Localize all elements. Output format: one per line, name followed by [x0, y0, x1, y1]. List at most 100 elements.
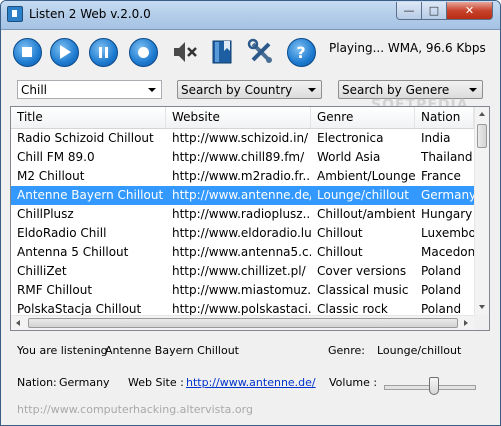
- maximize-icon: □: [428, 4, 440, 17]
- list-header: Title Website Genre Nation: [11, 107, 474, 129]
- row-title: Chill FM 89.0: [17, 150, 95, 164]
- scroll-down-icon[interactable]: [479, 305, 485, 309]
- help-button[interactable]: ?: [285, 36, 317, 68]
- row-nation: Thailand: [421, 150, 473, 164]
- scroll-left-icon[interactable]: [16, 320, 20, 326]
- mute-button[interactable]: [168, 36, 200, 68]
- minimize-icon: —: [403, 4, 415, 17]
- nation-value: Germany: [59, 376, 110, 389]
- row-title: M2 Chillout: [17, 169, 85, 183]
- stop-icon: [12, 37, 42, 67]
- row-website: http://www.chill89.fm/: [172, 150, 305, 164]
- row-genre: Classical music: [317, 283, 409, 297]
- row-website: http://www.radioplusz....: [172, 207, 311, 221]
- horizontal-scrollbar[interactable]: [11, 315, 474, 330]
- play-button[interactable]: [48, 36, 80, 68]
- row-genre: World Asia: [317, 150, 381, 164]
- table-row[interactable]: Chill FM 89.0 http://www.chill89.fm/World…: [11, 148, 474, 167]
- play-icon: [49, 37, 79, 67]
- pause-icon: [88, 37, 118, 67]
- row-title: ChillPlusz: [17, 207, 74, 221]
- record-icon: [128, 37, 158, 67]
- nation-label: Nation:: [17, 376, 57, 389]
- genre-value: Lounge/chillout: [377, 344, 462, 357]
- minimize-button[interactable]: —: [396, 2, 422, 20]
- chevron-down-icon: [148, 88, 156, 92]
- settings-button[interactable]: [245, 36, 277, 68]
- row-nation: Poland: [421, 283, 462, 297]
- genre-filter-combo[interactable]: Chill: [17, 80, 162, 99]
- maximize-button[interactable]: □: [421, 2, 447, 20]
- bookmark-button[interactable]: [207, 36, 239, 68]
- tools-icon: [247, 38, 272, 63]
- genre-label: Genre:: [328, 344, 366, 357]
- table-row[interactable]: Radio Schizoid Chillout http://www.schizo…: [11, 129, 474, 148]
- record-button[interactable]: [127, 36, 159, 68]
- table-row[interactable]: M2 Chillout http://www.m2radio.fr... Ambie…: [11, 167, 474, 186]
- row-title: Antenne Bayern Chillout: [17, 188, 164, 202]
- genre-filter-value: Chill: [21, 83, 47, 97]
- table-row[interactable]: ChilliZet http://www.chillizet.pl/Cover v…: [11, 262, 474, 281]
- title-bar[interactable]: Listen 2 Web v.2.0.0 — □ ✕: [1, 1, 500, 30]
- row-genre: Chillout: [317, 245, 363, 259]
- listening-label: You are listening: [17, 344, 108, 357]
- table-row[interactable]: Antenne Bayern Chillout http://www.antenn…: [11, 186, 474, 205]
- table-row[interactable]: Antenna 5 Chillout http://www.antenna5.c.…: [11, 243, 474, 262]
- horizontal-scroll-thumb[interactable]: [28, 318, 458, 328]
- footer-url: http://www.computerhacking.altervista.or…: [17, 403, 253, 416]
- row-nation: France: [421, 169, 461, 183]
- row-genre: Cover versions: [317, 264, 407, 278]
- table-row[interactable]: RMF Chillout http://www.miastomuz... Class…: [11, 281, 474, 300]
- row-title: RMF Chillout: [17, 283, 93, 297]
- search-by-country-combo[interactable]: Search by Country: [177, 80, 322, 99]
- column-header-website[interactable]: Website: [166, 107, 311, 128]
- row-nation: Germany: [421, 188, 474, 202]
- column-header-genre[interactable]: Genre: [311, 107, 415, 128]
- scroll-right-icon[interactable]: [464, 320, 468, 326]
- row-nation: Macedonia: [421, 245, 474, 259]
- app-window: Listen 2 Web v.2.0.0 — □ ✕ ? Playing... …: [0, 0, 501, 426]
- row-title: Antenna 5 Chillout: [17, 245, 129, 259]
- search-by-country-label: Search by Country: [181, 83, 293, 97]
- table-row[interactable]: EldoRadio Chill http://www.eldoradio.lu/C…: [11, 224, 474, 243]
- column-header-nation[interactable]: Nation: [415, 107, 474, 128]
- row-website: http://www.schizoid.in/: [172, 131, 309, 145]
- app-icon: [7, 6, 23, 22]
- close-button[interactable]: ✕: [446, 2, 493, 20]
- row-website: http://www.eldoradio.lu/: [172, 226, 311, 240]
- bookmark-icon: [212, 40, 232, 64]
- row-website: http://www.antenna5.c...: [172, 245, 311, 259]
- scroll-up-icon[interactable]: [479, 112, 485, 116]
- row-website: http://www.miastomuz...: [172, 283, 311, 297]
- row-title: EldoRadio Chill: [17, 226, 107, 240]
- row-nation: India: [421, 131, 451, 145]
- column-header-title[interactable]: Title: [11, 107, 166, 128]
- chevron-down-icon: [308, 88, 316, 92]
- listening-value: Antenne Bayern Chillout: [105, 344, 239, 357]
- volume-slider-thumb[interactable]: [428, 377, 439, 395]
- row-title: ChilliZet: [17, 264, 67, 278]
- table-row[interactable]: ChillPlusz http://www.radioplusz.... Chill…: [11, 205, 474, 224]
- row-genre: Chillout/ambient: [317, 207, 415, 221]
- row-genre: Chillout: [317, 226, 363, 240]
- row-website: http://www.m2radio.fr...: [172, 169, 311, 183]
- mute-icon: [174, 42, 197, 62]
- vertical-scrollbar[interactable]: [474, 107, 489, 315]
- row-nation: Luxembo...: [421, 226, 474, 240]
- row-genre: Electronica: [317, 131, 384, 145]
- playback-status: Playing... WMA, 96.6 Kbps: [329, 41, 486, 55]
- row-website: http://www.chillizet.pl/: [172, 264, 306, 278]
- stop-button[interactable]: [11, 36, 43, 68]
- window-title: Listen 2 Web v.2.0.0: [29, 7, 151, 21]
- pause-button[interactable]: [87, 36, 119, 68]
- station-list[interactable]: Title Website Genre Nation Radio Schizoi…: [10, 106, 490, 331]
- row-title: Radio Schizoid Chillout: [17, 131, 154, 145]
- website-link[interactable]: http://www.antenne.de/: [186, 376, 316, 389]
- row-genre: Lounge/chillout: [317, 188, 409, 202]
- search-by-genre-label: Search by Genere: [342, 83, 450, 97]
- row-website: http://www.antenne.de/: [172, 188, 311, 202]
- help-icon: ?: [286, 37, 316, 67]
- row-genre: Ambient/Lounge: [317, 169, 415, 183]
- vertical-scroll-thumb[interactable]: [477, 124, 487, 148]
- row-nation: Poland: [421, 264, 462, 278]
